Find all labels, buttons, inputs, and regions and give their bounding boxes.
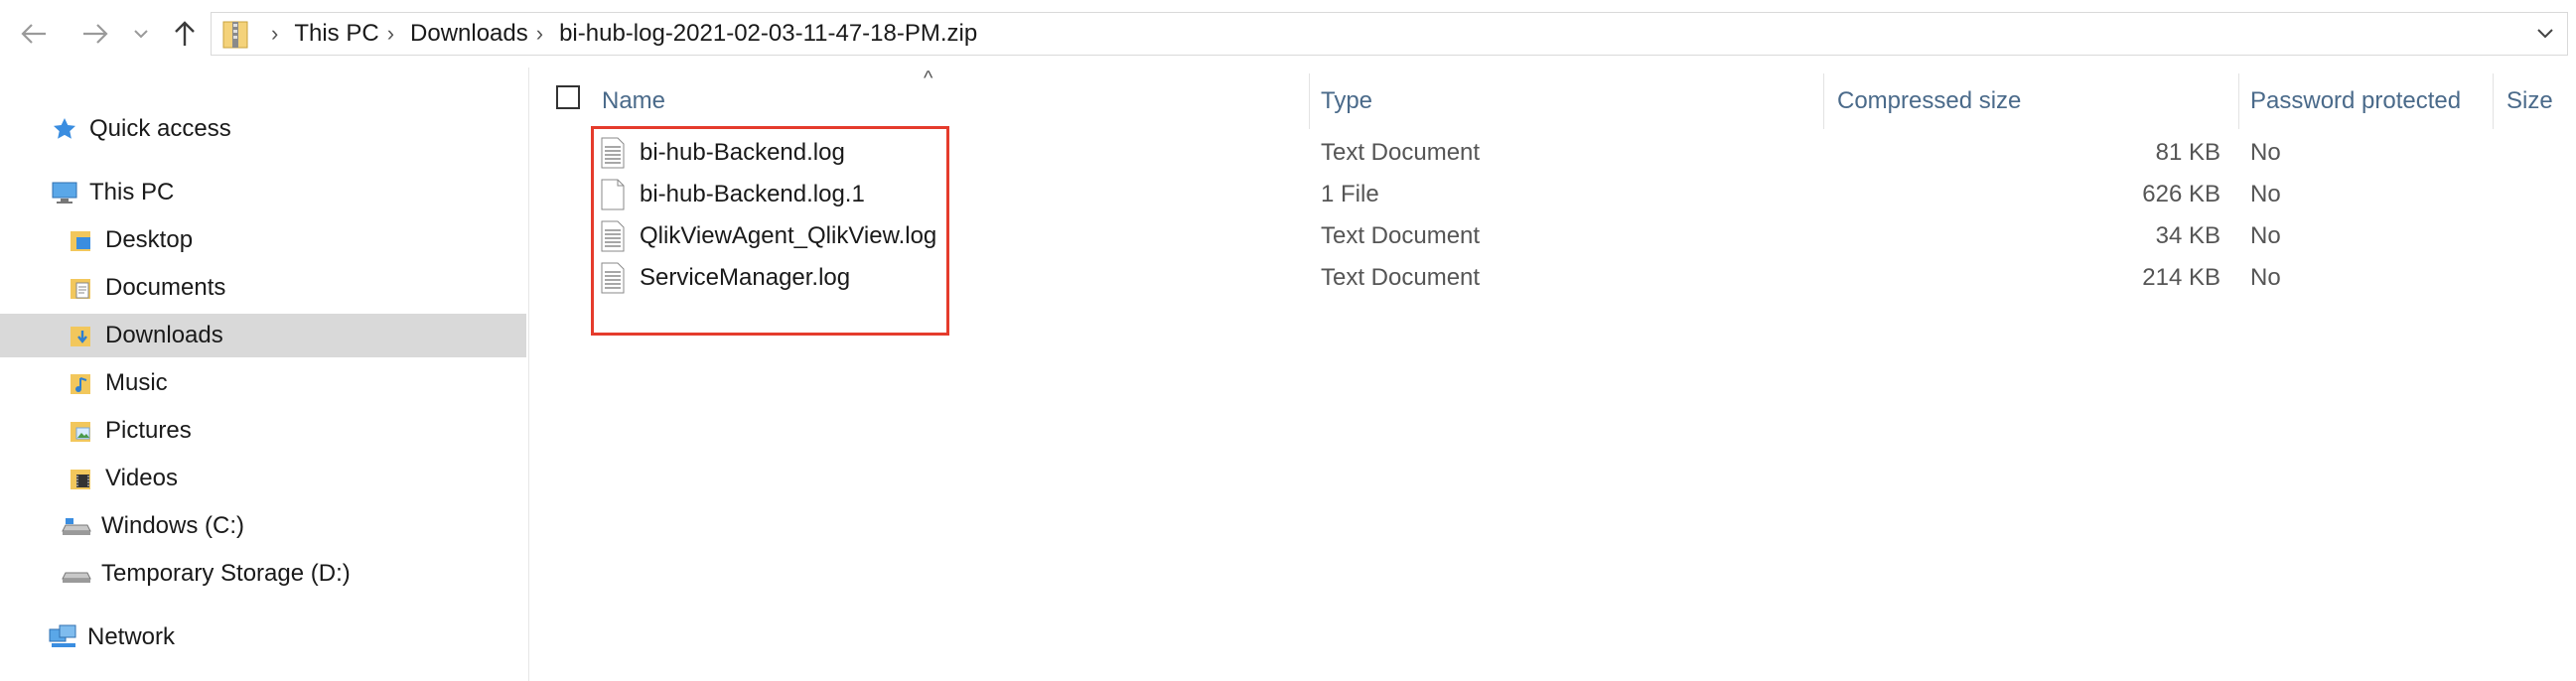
text-document-icon [601,220,625,252]
file-compressed-size: 81 KB [2155,139,2220,166]
sidebar-item-label: Windows (C:) [101,512,245,539]
breadcrumb-separator-icon: › [386,21,395,46]
chevron-down-icon [134,30,148,39]
sidebar-item-label: Network [87,623,176,650]
file-list-view: ^ Name Type Compressed size Password pro… [530,68,2576,681]
sidebar-item-this-pc[interactable]: This PC [0,171,526,214]
file-name: bi-hub-Backend.log.1 [640,181,865,207]
arrow-right-icon [83,24,108,44]
downloads-folder-icon [66,321,95,350]
text-document-icon [601,262,625,294]
sidebar-item-temporary-storage-d[interactable]: Temporary Storage (D:) [0,552,526,596]
sidebar-item-downloads[interactable]: Downloads [0,314,526,357]
file-type: Text Document [1321,139,1481,166]
drive-icon [62,559,91,589]
sidebar-item-label: Downloads [105,322,223,348]
column-header-name[interactable]: Name [602,81,665,121]
breadcrumb-this-pc[interactable]: This PC [294,20,378,48]
videos-folder-icon [66,464,95,493]
sidebar-item-videos[interactable]: Videos [0,457,526,500]
select-all-checkbox[interactable] [556,85,580,109]
blank-file-icon [601,179,625,210]
arrow-left-icon [21,24,46,44]
column-header-compressed-size[interactable]: Compressed size [1837,81,2021,121]
file-row[interactable]: bi-hub-Backend.log Text Document 81 KB N… [530,132,2576,174]
music-folder-icon [66,368,95,398]
sidebar-item-label: Documents [105,274,226,301]
chevron-down-icon [2537,29,2553,39]
column-header-password-protected[interactable]: Password protected [2250,81,2461,121]
breadcrumb-separator-icon: › [271,21,279,46]
file-row[interactable]: ServiceManager.log Text Document 214 KB … [530,257,2576,299]
column-header-size[interactable]: Size [2506,81,2553,121]
sidebar-item-desktop[interactable]: Desktop [0,218,526,262]
column-divider[interactable] [2238,73,2239,129]
sidebar-item-label: This PC [89,179,175,205]
sidebar-item-music[interactable]: Music [0,361,526,405]
forward-button[interactable] [75,14,115,54]
file-name: bi-hub-Backend.log [640,139,845,166]
sidebar-item-quick-access[interactable]: Quick access [0,107,526,151]
network-icon [48,622,77,652]
column-header-row: ^ Name Type Compressed size Password pro… [530,68,2576,129]
file-compressed-size: 214 KB [2142,264,2220,291]
text-document-icon [601,137,625,169]
breadcrumb-downloads[interactable]: Downloads [410,20,528,48]
sidebar-item-label: Videos [105,465,178,491]
sidebar-item-documents[interactable]: Documents [0,266,526,310]
documents-folder-icon [66,273,95,303]
file-password-protected: No [2250,181,2281,207]
sidebar-item-windows-c[interactable]: Windows (C:) [0,504,526,548]
sort-ascending-icon: ^ [924,68,933,89]
column-divider[interactable] [1823,73,1824,129]
sidebar-item-label: Pictures [105,417,192,444]
arrow-up-icon [175,21,195,46]
sidebar-item-pictures[interactable]: Pictures [0,409,526,453]
sidebar-item-label: Desktop [105,226,194,253]
desktop-folder-icon [66,225,95,255]
column-divider[interactable] [2493,73,2494,129]
up-button[interactable] [165,14,205,54]
file-name: ServiceManager.log [640,264,851,291]
breadcrumb-separator-icon: › [535,21,544,46]
zip-folder-icon [221,18,249,50]
breadcrumb-zip-file[interactable]: bi-hub-log-2021-02-03-11-47-18-PM.zip [559,20,977,48]
file-explorer-window: › This PC › Downloads › bi-hub-log-2021-… [0,0,2576,681]
file-password-protected: No [2250,264,2281,291]
file-compressed-size: 626 KB [2142,181,2220,207]
file-password-protected: No [2250,139,2281,166]
pictures-folder-icon [66,416,95,446]
file-row[interactable]: QlikViewAgent_QlikView.log Text Document… [530,215,2576,257]
navigation-pane: Quick access This PC Desktop Documents D [0,68,529,681]
sidebar-item-network[interactable]: Network [0,615,526,659]
file-password-protected: No [2250,222,2281,249]
file-type: Text Document [1321,264,1481,291]
file-compressed-size: 34 KB [2155,222,2220,249]
star-icon [50,114,79,144]
sidebar-item-label: Quick access [89,115,231,142]
navigation-bar: › This PC › Downloads › bi-hub-log-2021-… [0,0,2576,68]
address-history-dropdown[interactable] [2529,19,2561,49]
file-row[interactable]: bi-hub-Backend.log.1 1 File 626 KB No [530,174,2576,215]
file-type: 1 File [1321,181,1379,207]
drive-icon [62,511,91,541]
column-header-type[interactable]: Type [1321,81,1372,121]
column-divider[interactable] [1309,73,1310,129]
address-bar[interactable]: › This PC › Downloads › bi-hub-log-2021-… [211,12,2568,56]
recent-locations-button[interactable] [129,14,153,54]
file-type: Text Document [1321,222,1481,249]
file-name: QlikViewAgent_QlikView.log [640,222,937,249]
sidebar-item-label: Music [105,369,168,396]
sidebar-item-label: Temporary Storage (D:) [101,560,351,587]
computer-icon [50,178,79,207]
back-button[interactable] [14,14,54,54]
